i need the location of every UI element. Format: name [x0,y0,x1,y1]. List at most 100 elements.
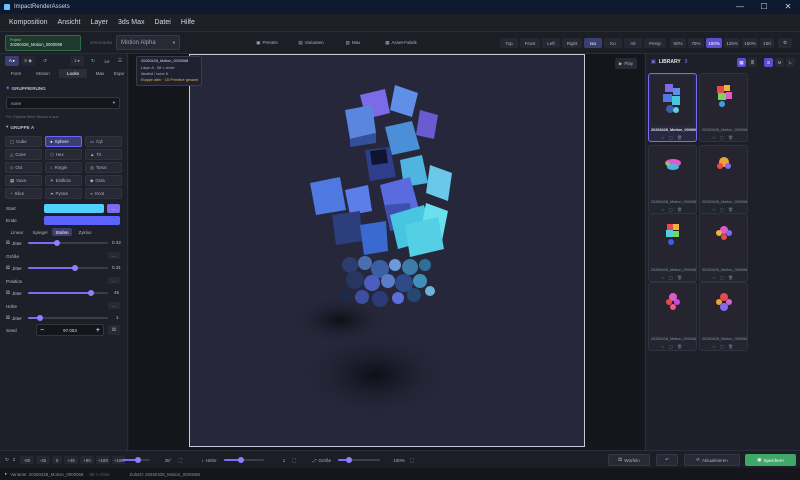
folder-icon[interactable]: ▢ [669,207,673,212]
menu-layer[interactable]: Layer [91,19,109,26]
tab-motion[interactable]: Motion [30,69,56,78]
gradient-linear[interactable]: Linear [6,228,28,236]
view-right[interactable]: Right [562,38,582,48]
shape-sphere[interactable]: ● Sphere [45,136,82,147]
shape-knot[interactable]: ∞ Knot [85,188,122,199]
star-icon[interactable]: ☆ [661,344,665,349]
folder-icon[interactable]: ▢ [720,344,724,349]
step-p180[interactable]: +180 [96,456,110,464]
rotate-icon[interactable]: ↻ [3,455,11,464]
trash-icon[interactable]: 🗑 [728,207,733,212]
groesse-more[interactable]: … [108,252,120,259]
seed-stepper[interactable]: − 97.053 + [36,324,104,336]
star-icon[interactable]: ☆ [661,135,665,140]
height-reset[interactable]: ⛶ [290,456,298,464]
menu-hilfe[interactable]: Hilfe [181,19,195,26]
tab-max[interactable]: ▥ Max [340,37,366,48]
list-view-button[interactable]: ≣ [748,58,757,67]
tab-varianten[interactable]: ▤ Varianten [296,37,326,48]
render-viewport[interactable] [189,54,585,447]
zoom-150[interactable]: 150% [742,38,758,48]
shape-voxa[interactable]: ▦ Voxa [5,175,42,186]
tab-asset-fabrik[interactable]: ▦ Asset-Fabrik [380,37,422,48]
trash-icon[interactable]: 🗑 [677,344,682,349]
star-icon[interactable]: ☆ [712,344,716,349]
step-p45[interactable]: +45 [64,456,78,464]
tab-max-left[interactable]: Max [90,69,110,78]
view-alt[interactable]: Alt [624,38,642,48]
start-color-picker[interactable]: … [107,204,120,213]
shape-oct[interactable]: ◇ Oct [5,162,42,173]
library-card[interactable]: 20260428_Motion_0000063 ☆ ▢ 🗑 [699,213,748,282]
shape-cyl[interactable]: ▭ Cyl [85,136,122,147]
size-slider[interactable] [338,457,380,463]
trash-icon[interactable]: 🗑 [677,275,682,280]
size-s-button[interactable]: S [764,58,773,67]
tab-expo[interactable]: Expo [112,69,126,78]
view-front[interactable]: Front [520,38,540,48]
maximize-button[interactable]: ☐ [752,0,776,14]
step-m45[interactable]: -45 [36,456,50,464]
folder-icon[interactable]: ▢ [720,207,724,212]
trash-icon[interactable]: 🗑 [728,275,733,280]
shape-torus[interactable]: ◎ Torus [85,162,122,173]
folder-icon[interactable]: ▢ [720,135,724,140]
redo-button[interactable]: ↻ [88,56,98,66]
menu-datei[interactable]: Datei [154,19,170,26]
project-badge[interactable]: Projekt 20260428_Motion_0000068 [5,35,81,51]
shape-cube[interactable]: ▢ Cube [5,136,42,147]
library-card[interactable]: 20260428_Motion_0000068 ☆ ▢ 🗑 [648,73,697,142]
start-color-swatch[interactable] [44,204,104,213]
groesse-slider[interactable] [28,265,108,271]
mode-1-button[interactable]: 1 ▸ [70,56,84,66]
zoom-100[interactable]: 100% [706,38,722,48]
mode-a-button[interactable]: A ▸ [5,56,19,66]
play-button[interactable]: ▶ Play [615,58,637,69]
gradient-stufen[interactable]: Stufen [52,228,72,236]
step-p90[interactable]: +90 [80,456,94,464]
zoom-125[interactable]: 125% [724,38,740,48]
grid-view-button[interactable]: ▦ [737,58,746,67]
fullscreen-icon[interactable]: ⛶ [176,456,185,464]
minimize-button[interactable]: — [728,0,752,14]
plus-icon[interactable]: + [96,327,100,334]
trash-icon[interactable]: 🗑 [728,344,733,349]
trash-icon[interactable]: 🗑 [677,207,682,212]
shape-cone[interactable]: △ Cone [5,149,42,160]
view-left[interactable]: Left [542,38,560,48]
view-persp[interactable]: Persp [644,38,666,48]
size-reset[interactable]: ⛶ [408,456,416,464]
library-card[interactable]: 20260428_Motion_0000065 ☆ ▢ 🗑 [699,145,748,214]
step-0[interactable]: 0 [52,456,62,464]
grouping-select[interactable]: none ▾ [6,97,120,109]
folder-icon[interactable]: ▢ [720,275,724,280]
shape-octa[interactable]: ◆ Octa [85,175,122,186]
menu-3dsmax[interactable]: 3ds Max [118,19,144,26]
gradient-spiegel[interactable]: Spiegel [29,228,51,236]
shape-einflicts[interactable]: ✶ Einflicts [45,175,82,186]
menu-icon[interactable]: ☰ [115,56,125,66]
star-icon[interactable]: ☆ [661,207,665,212]
seed-random-button[interactable]: ⚄ [108,325,120,335]
layer-button[interactable]: Le [102,56,112,66]
menu-ansicht[interactable]: Ansicht [58,19,81,26]
wuerfeln-button[interactable]: ⚄ Würfeln [608,454,650,466]
minus-icon[interactable]: − [40,327,44,334]
folder-icon[interactable]: ▢ [669,275,673,280]
library-card[interactable]: 20260428_Motion_0000066 ☆ ▢ 🗑 [648,145,697,214]
zoom-custom[interactable]: 100 [760,38,774,48]
library-card[interactable]: 20260428_Motion_0000067 ☆ ▢ 🗑 [699,73,748,142]
hoehe-more[interactable]: … [108,302,120,309]
angle-slider[interactable] [122,457,150,463]
trash-icon[interactable]: 🗑 [728,135,733,140]
jitter-slider[interactable] [28,240,108,246]
library-card[interactable]: 20260428_Motion_0000062 ☆ ▢ 🗑 [648,282,697,351]
trash-icon[interactable]: 🗑 [677,135,682,140]
shape-pyram[interactable]: ⏶ Pyram [45,188,82,199]
aktualisieren-button[interactable]: ⟳ Aktualisieren [684,454,740,466]
size-l-button[interactable]: L [786,58,795,67]
shape-slice[interactable]: ◔ Slice [5,188,42,199]
zoom-50[interactable]: 50% [670,38,686,48]
undo-button[interactable]: ↺ [40,56,50,66]
undo-bottom-button[interactable]: ↶ [656,454,678,466]
